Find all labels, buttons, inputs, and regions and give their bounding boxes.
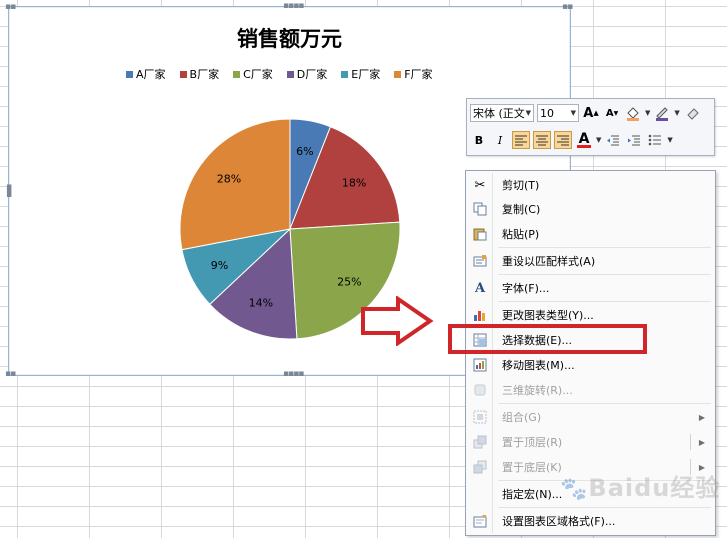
menu-item-label: 剪切(T) — [502, 179, 540, 192]
paste-icon — [468, 223, 492, 245]
watermark-logo: 🐾Baidu经验 — [560, 468, 720, 503]
annotation-highlight-box — [448, 324, 647, 354]
bullets-icon — [649, 134, 662, 146]
menu-item-copy[interactable]: 复制(C) — [468, 198, 713, 220]
font-color-button[interactable]: A — [575, 131, 593, 149]
menu-item-cut[interactable]: ✂ 剪切(T) — [468, 174, 713, 196]
menu-item-reset-style[interactable]: 重设以匹配样式(A) — [468, 250, 713, 272]
grow-font-icon: A — [583, 105, 594, 121]
bold-button[interactable]: B — [470, 131, 488, 149]
font-size-value: 10 — [540, 106, 554, 120]
menu-separator — [498, 274, 711, 275]
3d-rotation-icon — [468, 379, 492, 401]
chevron-down-icon: ▼ — [525, 109, 531, 117]
pie-data-label[interactable]: 25% — [337, 275, 361, 288]
format-chart-area-icon — [468, 510, 492, 532]
menu-item-label: 置于顶层(R) — [502, 436, 563, 449]
submenu-arrow-icon: ▶ — [698, 437, 705, 447]
split-divider — [690, 434, 691, 450]
pie-data-label[interactable]: 18% — [342, 176, 366, 189]
menu-item-3d-rotation: 三维旋转(R)... — [468, 379, 713, 401]
font-icon: A — [474, 280, 486, 296]
send-back-icon — [468, 456, 492, 478]
chevron-down-icon[interactable]: ▼ — [596, 136, 601, 144]
font-size-dropdown[interactable]: 10 ▼ — [537, 104, 579, 122]
scissors-icon: ✂ — [474, 177, 486, 193]
group-icon — [468, 406, 492, 428]
align-right-button[interactable] — [554, 131, 572, 149]
menu-item-group: 组合(G) ▶ — [468, 406, 713, 428]
menu-item-label: 设置图表区域格式(F)... — [502, 515, 616, 528]
font-color-swatch — [577, 144, 591, 148]
font-name-value: 宋体 (正文 — [473, 107, 525, 120]
align-center-button[interactable] — [533, 131, 551, 149]
menu-item-bring-to-front: 置于顶层(R) ▶ — [468, 431, 713, 453]
menu-separator — [498, 247, 711, 248]
font-name-dropdown[interactable]: 宋体 (正文 ▼ — [470, 104, 534, 122]
shrink-font-button[interactable]: A ▼ — [603, 104, 621, 122]
bring-front-icon — [468, 431, 492, 453]
menu-item-label: 三维旋转(R)... — [502, 384, 573, 397]
caret-down-icon: ▼ — [613, 109, 619, 117]
align-center-icon — [536, 135, 548, 146]
paint-bucket-icon — [627, 107, 639, 121]
menu-item-label: 指定宏(N)... — [502, 488, 563, 501]
menu-item-label: 重设以匹配样式(A) — [502, 255, 596, 268]
format-painter-button[interactable] — [683, 104, 701, 122]
menu-item-paste[interactable]: 粘贴(P) — [468, 223, 713, 245]
macro-icon — [468, 483, 492, 505]
move-chart-icon — [468, 354, 492, 376]
pie-data-label[interactable]: 28% — [217, 173, 241, 186]
pie-data-label[interactable]: 14% — [249, 297, 273, 310]
annotation-arrow-icon — [361, 296, 434, 346]
menu-item-label: 移动图表(M)... — [502, 359, 575, 372]
font-color-icon: A — [578, 130, 590, 147]
eraser-icon — [687, 108, 699, 120]
pen-icon — [656, 107, 669, 121]
menu-separator — [498, 403, 711, 404]
menu-item-font[interactable]: A 字体(F)... — [468, 277, 713, 299]
fill-color-button[interactable] — [624, 104, 642, 122]
menu-item-label: 复制(C) — [502, 203, 541, 216]
grow-font-button[interactable]: A ▲ — [582, 104, 600, 122]
shrink-font-icon: A — [605, 107, 614, 119]
pie-data-label[interactable]: 6% — [296, 145, 313, 158]
menu-item-label: 粘贴(P) — [502, 228, 540, 241]
menu-item-label: 置于底层(K) — [502, 461, 562, 474]
menu-item-label: 更改图表类型(Y)... — [502, 309, 594, 322]
watermark-text: Baidu经验 — [588, 474, 721, 502]
align-right-icon — [557, 135, 569, 146]
decrease-indent-icon — [607, 135, 620, 146]
italic-button[interactable]: I — [491, 131, 509, 149]
bullets-button[interactable] — [646, 131, 664, 149]
menu-item-format-chart-area[interactable]: 设置图表区域格式(F)... — [468, 510, 713, 532]
menu-item-change-chart-type[interactable]: 更改图表类型(Y)... — [468, 304, 713, 326]
copy-icon — [468, 198, 492, 220]
mini-toolbar: 宋体 (正文 ▼ 10 ▼ A ▲ A ▼ ▼ ▼ B I A ▼ ▼ — [466, 98, 715, 156]
caret-up-icon: ▲ — [593, 109, 599, 117]
outline-color-button[interactable] — [653, 104, 671, 122]
align-left-button[interactable] — [512, 131, 530, 149]
paw-icon: 🐾 — [560, 477, 589, 502]
menu-separator — [498, 301, 711, 302]
increase-indent-button[interactable] — [625, 131, 643, 149]
submenu-arrow-icon: ▶ — [698, 412, 705, 422]
bold-icon: B — [474, 133, 484, 147]
increase-indent-icon — [628, 135, 641, 146]
chevron-down-icon: ▼ — [570, 109, 576, 117]
chevron-down-icon[interactable]: ▼ — [674, 109, 679, 117]
chevron-down-icon[interactable]: ▼ — [645, 109, 650, 117]
chart-type-icon — [468, 304, 492, 326]
menu-item-label: 组合(G) — [502, 411, 542, 424]
menu-separator — [498, 507, 711, 508]
menu-item-move-chart[interactable]: 移动图表(M)... — [468, 354, 713, 376]
pie-data-label[interactable]: 9% — [211, 259, 228, 272]
italic-icon: I — [497, 133, 503, 147]
chevron-down-icon[interactable]: ▼ — [667, 136, 672, 144]
menu-item-label: 字体(F)... — [502, 282, 550, 295]
decrease-indent-button[interactable] — [604, 131, 622, 149]
reset-style-icon — [468, 250, 492, 272]
align-left-icon — [515, 135, 527, 146]
